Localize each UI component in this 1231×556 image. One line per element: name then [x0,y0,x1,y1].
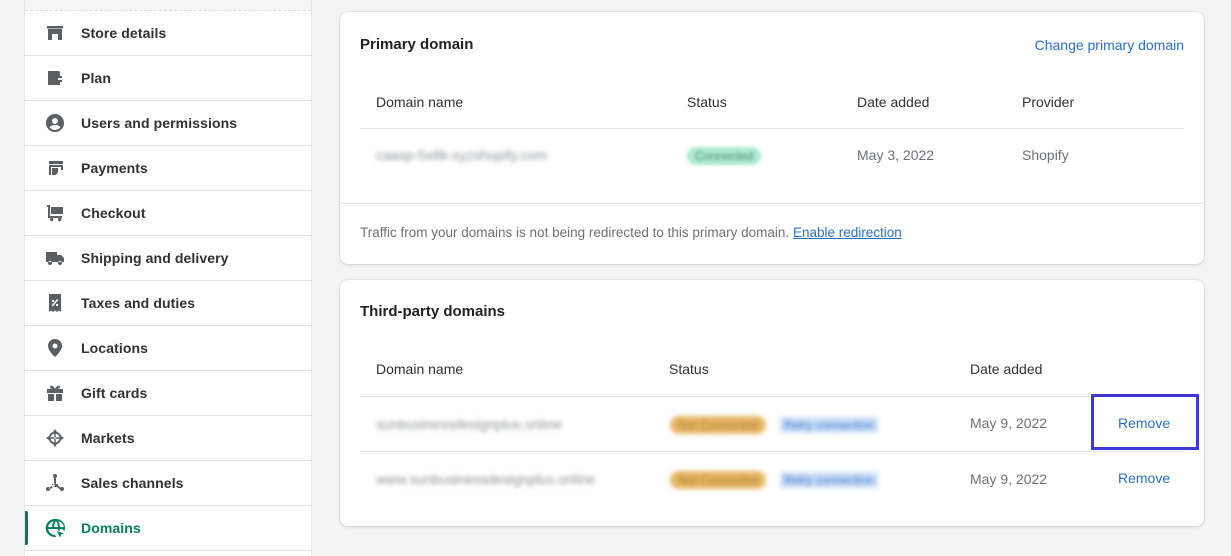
user-icon [45,113,65,133]
sidebar-item-store-details[interactable]: Store details [25,11,311,56]
remove-domain-button[interactable]: Remove [1118,415,1170,431]
table-divider [360,451,1184,452]
sidebar-item-label: Sales channels [81,475,184,491]
sidebar-item-plan[interactable]: Plan [25,56,311,101]
sidebar-item-taxes-and-duties[interactable]: Taxes and duties [25,281,311,326]
tax-receipt-icon [45,293,65,313]
column-header-status: Status [687,94,727,110]
retry-connection-link[interactable]: Retry connection [780,472,879,488]
sidebar-item-label: Users and permissions [81,115,238,131]
wallet-icon [45,68,65,88]
sidebar-item-label: Plan [81,70,111,86]
payments-icon [45,158,65,178]
settings-sidebar: Store details Plan Users and permissions… [24,0,312,556]
truck-icon [45,248,65,268]
cart-icon [45,203,65,223]
status-badge-not-connected: Not Connected [670,471,767,489]
third-party-domains-title: Third-party domains [360,303,506,320]
store-icon [45,23,65,43]
sidebar-item-label: Payments [81,160,148,176]
domain-name-cell[interactable]: caasp-5x8k-xyzshopify.com [376,147,547,163]
sidebar-item-domains[interactable]: Domains [25,506,311,551]
column-header-date-added: Date added [857,94,930,110]
status-badge-connected: Connected [687,147,762,165]
column-header-date-added: Date added [970,361,1043,377]
sidebar-item-label: Markets [81,430,135,446]
sidebar-item-label: Store details [81,25,167,41]
sidebar-item-label: Gift cards [81,385,148,401]
enable-redirection-link[interactable]: Enable redirection [793,225,902,240]
date-added-cell: May 3, 2022 [857,147,935,163]
remove-domain-button[interactable]: Remove [1118,470,1170,486]
sidebar-item-sales-channels[interactable]: Sales channels [25,461,311,506]
sidebar-item-label: Checkout [81,205,146,221]
location-pin-icon [45,338,65,358]
sidebar-top-spacer [25,0,311,11]
domain-name-cell[interactable]: sunbusinessdesignplus.online [376,416,562,432]
third-party-domains-card: Third-party domains Domain name Status D… [340,280,1204,526]
provider-cell: Shopify [1022,147,1069,163]
sidebar-item-users-and-permissions[interactable]: Users and permissions [25,101,311,146]
column-header-status: Status [669,361,709,377]
sidebar-item-gift-cards[interactable]: Gift cards [25,371,311,416]
sidebar-item-label: Locations [81,340,149,356]
sidebar-item-label: Taxes and duties [81,295,196,311]
sidebar-item-label: Shipping and delivery [81,250,229,266]
column-header-provider: Provider [1022,94,1075,110]
globe-target-icon [45,428,65,448]
column-header-domain-name: Domain name [376,361,464,377]
sidebar-item-shipping-and-delivery[interactable]: Shipping and delivery [25,236,311,281]
date-added-cell: May 9, 2022 [970,471,1048,487]
domain-name-cell[interactable]: www.sunbusinessdesignplus.online [376,471,595,487]
sidebar-item-payments[interactable]: Payments [25,146,311,191]
sidebar-item-markets[interactable]: Markets [25,416,311,461]
primary-domain-title: Primary domain [360,36,474,53]
sidebar-item-locations[interactable]: Locations [25,326,311,371]
channels-icon [45,473,65,493]
card-footer-divider [340,203,1204,204]
gift-icon [45,383,65,403]
table-divider [360,396,1184,397]
date-added-cell: May 9, 2022 [970,415,1048,431]
status-badge-not-connected: Not Connected [670,416,767,434]
sidebar-item-label: Domains [81,520,141,536]
primary-domain-card: Primary domain Change primary domain Dom… [340,12,1204,264]
domain-globe-icon [45,518,65,538]
sidebar-item-checkout[interactable]: Checkout [25,191,311,236]
column-header-domain-name: Domain name [376,94,464,110]
redirect-notice-text: Traffic from your domains is not being r… [360,225,790,240]
retry-connection-link[interactable]: Retry connection [780,417,879,433]
table-divider [360,128,1184,129]
change-primary-domain-link[interactable]: Change primary domain [1035,37,1184,53]
redirect-notice: Traffic from your domains is not being r… [360,225,902,240]
